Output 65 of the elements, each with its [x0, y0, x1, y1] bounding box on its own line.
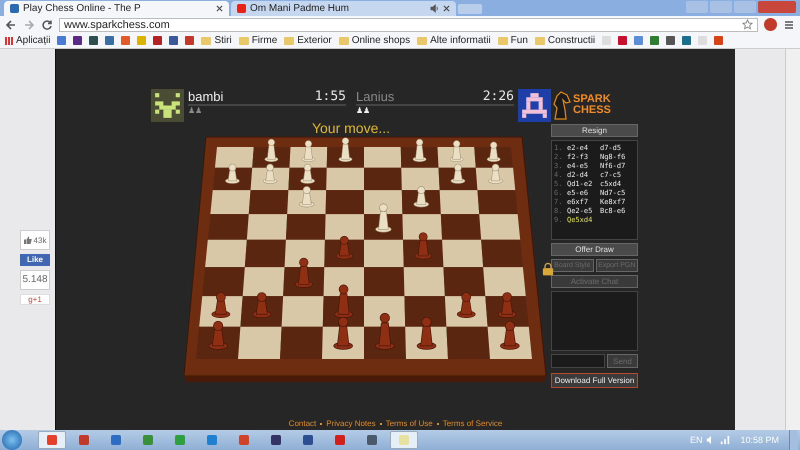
show-desktop-button[interactable]	[789, 430, 798, 450]
bookmark-icon[interactable]	[153, 36, 162, 45]
player-name: Lanius	[356, 89, 394, 104]
bookmark-folder[interactable]: Fun	[498, 35, 528, 46]
bookmark-icon[interactable]	[169, 36, 178, 45]
player-clock: 1:55	[314, 89, 346, 104]
url-text: www.sparkchess.com	[64, 18, 171, 30]
offer-draw-button[interactable]: Offer Draw	[551, 243, 638, 256]
turn-status: Your move...	[310, 120, 392, 136]
scrollbar[interactable]	[785, 49, 800, 430]
player-clock: 2:26	[482, 89, 514, 104]
captured-pieces: ♟♟	[188, 106, 203, 115]
taskbar-app[interactable]	[38, 431, 66, 449]
bookmark-icon[interactable]	[714, 36, 724, 45]
bookmark-folder[interactable]: Firme	[238, 35, 278, 46]
bookmark-icon[interactable]	[682, 36, 692, 45]
bookmark-icon[interactable]	[650, 36, 660, 45]
bookmark-folder[interactable]: Exterior	[284, 35, 332, 46]
pixel-avatar-icon	[151, 89, 184, 122]
footer-link[interactable]: Contact	[288, 419, 316, 428]
menu-icon[interactable]	[783, 18, 795, 30]
bookmark-icon[interactable]	[73, 36, 82, 45]
google-plus-button[interactable]: g+1	[20, 294, 50, 305]
bookmark-folder[interactable]: Online shops	[338, 35, 410, 46]
bookmark-icon[interactable]	[105, 36, 114, 45]
reload-icon[interactable]	[41, 18, 53, 30]
resign-button[interactable]: Resign	[551, 124, 638, 137]
close-icon[interactable]	[216, 5, 223, 12]
player-name: bambi	[188, 89, 224, 104]
like-button[interactable]: Like	[20, 254, 50, 266]
address-bar[interactable]: www.sparkchess.com	[59, 18, 758, 32]
browser-tab[interactable]: Om Mani Padme Hum	[231, 1, 456, 16]
tab-title: Om Mani Padme Hum	[250, 3, 350, 14]
tab-favicon-icon	[237, 4, 246, 13]
clock: 10:58 PM	[740, 435, 779, 445]
star-icon[interactable]	[742, 19, 753, 30]
footer-link[interactable]: Privacy Notes	[326, 419, 376, 428]
bookmark-icon[interactable]	[618, 36, 628, 45]
pixel-avatar-icon	[518, 89, 551, 122]
share-count: 5.148	[20, 270, 50, 290]
download-button[interactable]: Download Full Version	[551, 373, 638, 388]
tab-title: Play Chess Online - The P	[23, 3, 142, 14]
adblock-icon[interactable]	[764, 18, 777, 31]
bookmark-folder[interactable]: Stiri	[201, 35, 232, 46]
forward-icon[interactable]	[23, 18, 35, 30]
captured-pieces: ♟♟	[356, 106, 371, 115]
footer-link[interactable]: Terms of Use	[386, 419, 433, 428]
thumbs-up-icon	[24, 236, 32, 244]
bookmark-icon[interactable]	[57, 36, 66, 45]
close-icon[interactable]	[443, 5, 450, 12]
browser-tab[interactable]: Play Chess Online - The P	[4, 1, 229, 16]
tab-favicon-icon	[10, 4, 19, 13]
bookmark-folder[interactable]: Alte informatii	[417, 35, 491, 46]
back-icon[interactable]	[5, 18, 17, 30]
logo-text: SPARK CHESS	[573, 94, 612, 116]
bookmark-icon[interactable]	[89, 36, 98, 45]
chat-input-field[interactable]	[551, 354, 605, 368]
footer-link[interactable]: Terms of Service	[442, 419, 502, 428]
signal-icon[interactable]	[720, 435, 730, 445]
bookmark-folder[interactable]: Constructii	[534, 35, 596, 46]
bookmark-icon[interactable]	[185, 36, 194, 45]
start-button[interactable]	[2, 430, 22, 450]
bookmark-icon[interactable]	[666, 36, 676, 45]
apps-bookmark[interactable]: Aplicații	[5, 35, 50, 46]
like-count: 43k	[34, 236, 46, 244]
